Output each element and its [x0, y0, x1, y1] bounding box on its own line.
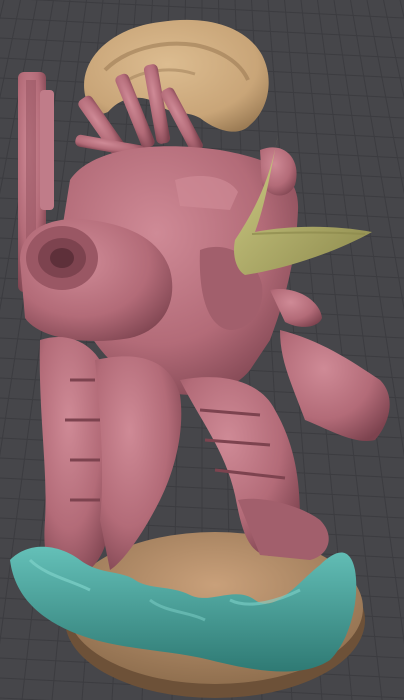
miniature-model[interactable] — [0, 0, 404, 700]
cape — [280, 330, 390, 441]
3d-viewport[interactable] — [0, 0, 404, 700]
